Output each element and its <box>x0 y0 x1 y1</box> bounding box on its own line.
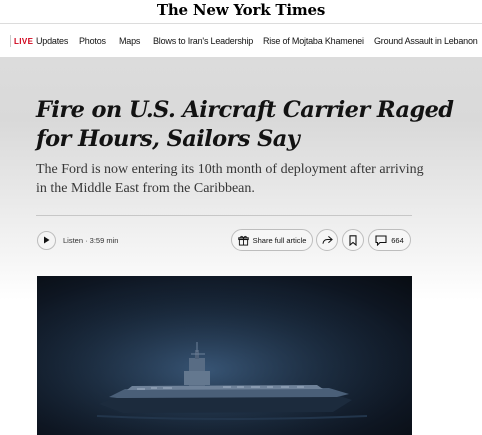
share-full-article-button[interactable]: Share full article <box>231 229 313 251</box>
listen-duration-label: Listen · 3:59 min <box>63 235 119 245</box>
live-tag: LIVE <box>14 37 34 46</box>
nav-item-rise-of-mojtaba-khamenei[interactable]: Rise of Mojtaba Khamenei <box>263 36 364 46</box>
share-arrow-icon <box>321 235 333 244</box>
comments-button[interactable]: 664 <box>368 229 411 251</box>
share-full-article-label: Share full article <box>252 235 307 245</box>
nav-item-maps[interactable]: Maps <box>119 36 140 46</box>
play-button[interactable] <box>37 230 56 250</box>
article-headline: Fire on U.S. Aircraft Carrier Raged for … <box>36 97 454 152</box>
gift-icon <box>237 235 249 246</box>
play-icon <box>44 236 50 244</box>
article-lead-photo <box>37 276 412 435</box>
article-summary: The Ford is now entering its 10th month … <box>36 162 424 196</box>
comment-icon <box>375 234 387 246</box>
nav-item-ground-assault-in-lebanon[interactable]: Ground Assault in Lebanon <box>374 36 478 46</box>
share-button[interactable] <box>316 229 338 251</box>
save-bookmark-button[interactable] <box>342 229 364 251</box>
nav-item-photos[interactable]: Photos <box>79 36 106 46</box>
nyt-logo[interactable]: The New York Times <box>0 1 482 19</box>
masthead: The New York Times <box>0 0 482 24</box>
headline-divider <box>36 215 412 216</box>
comments-count: 664 <box>391 235 404 245</box>
live-coverage-nav: LIVE Updates Photos Maps Blows to Iran's… <box>0 25 482 58</box>
nav-divider <box>10 35 11 47</box>
nav-item-updates[interactable]: Updates <box>36 36 68 46</box>
nav-item-blows-to-irans-leadership[interactable]: Blows to Iran's Leadership <box>153 36 253 46</box>
listen-control[interactable]: Listen · 3:59 min <box>37 230 118 250</box>
aircraft-carrier-image <box>37 276 412 435</box>
bookmark-icon <box>349 234 357 246</box>
